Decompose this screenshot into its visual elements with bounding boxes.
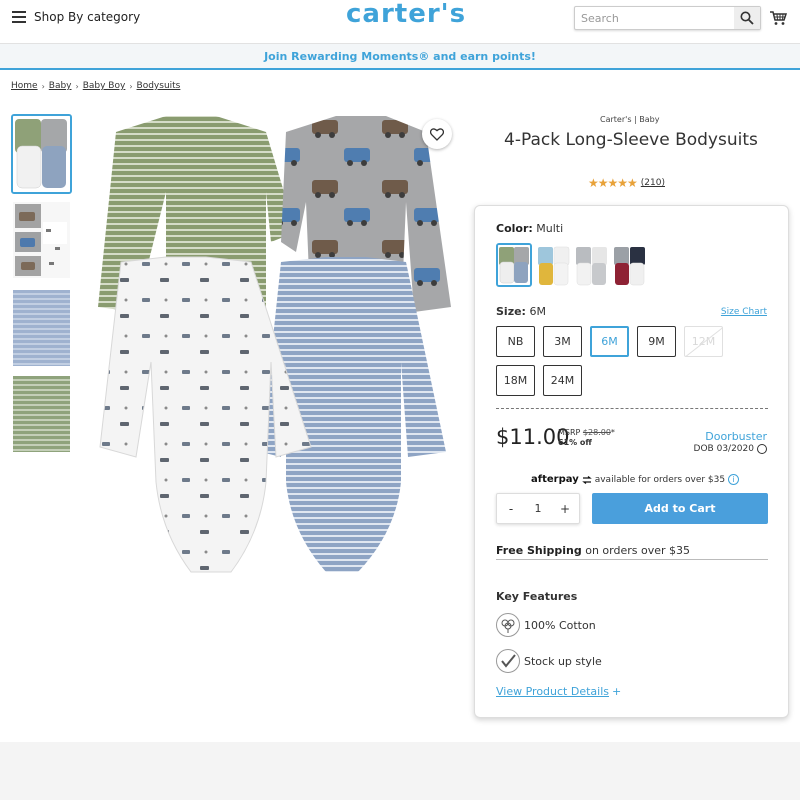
msrp-value: $28.00 [582, 428, 611, 437]
afterpay-info: afterpay available for orders over $35 i [531, 474, 740, 485]
product-thumbnail-1[interactable] [11, 114, 72, 194]
color-label: Color: Multi [496, 222, 563, 235]
main-product-image[interactable] [96, 112, 460, 582]
footer-strip [0, 742, 800, 800]
size-label: Size: 6M [496, 305, 546, 318]
feature-stock-up: Stock up style [496, 649, 602, 673]
percent-off: 61% off [558, 438, 592, 447]
search-input[interactable] [575, 7, 735, 29]
size-option-6m[interactable]: 6M [590, 326, 629, 357]
size-option-nb[interactable]: NB [496, 326, 535, 357]
shop-by-category-link[interactable]: Shop By category [34, 10, 140, 24]
shipping-info: Free Shipping on orders over $35 [496, 544, 768, 560]
search-button[interactable] [734, 7, 760, 29]
quantity-value[interactable]: 1 [535, 502, 542, 515]
thumbnail-image [13, 290, 70, 366]
size-option-18m[interactable]: 18M [496, 365, 535, 396]
search-icon [740, 11, 754, 25]
add-to-cart-button[interactable]: Add to Cart [592, 493, 768, 524]
plus-icon[interactable]: + [612, 685, 621, 698]
color-label-title: Color: [496, 222, 533, 235]
shipping-condition: on orders over $35 [581, 544, 691, 557]
purchase-panel: Color: Multi Size: 6M Size Chart NB 3M 6… [474, 205, 789, 718]
wishlist-button[interactable] [422, 119, 452, 149]
carters-logo[interactable]: carter's [346, 0, 466, 28]
promo-banner: Join Rewarding Moments® and earn points! [0, 44, 800, 70]
color-swatch-multi-2[interactable] [536, 243, 572, 287]
key-features-title: Key Features [496, 590, 578, 603]
size-label-title: Size: [496, 305, 526, 318]
thumbnail-image [13, 202, 70, 278]
product-thumbnail-3[interactable] [13, 290, 70, 366]
info-icon[interactable]: i [728, 474, 740, 485]
afterpay-text: available for orders over $35 [594, 474, 726, 485]
heart-icon [430, 127, 444, 141]
afterpay-logo: afterpay [531, 474, 579, 485]
unavailable-slash [685, 327, 722, 356]
color-value: Multi [536, 222, 564, 235]
cart-icon[interactable] [769, 10, 787, 26]
product-thumbnail-4[interactable] [13, 376, 70, 452]
breadcrumb-baby[interactable]: Baby [49, 81, 72, 91]
checkmark-icon [496, 649, 520, 673]
review-count-link[interactable]: (210) [641, 178, 665, 188]
view-product-details-link[interactable]: View Product Details [496, 685, 609, 698]
feature-cotton: 100% Cotton [496, 613, 596, 637]
swatch-image [574, 243, 610, 287]
color-swatch-multi-1[interactable] [496, 243, 532, 287]
size-option-9m[interactable]: 9M [637, 326, 676, 357]
menu-icon[interactable] [12, 11, 26, 23]
product-title: 4-Pack Long-Sleeve Bodysuits [504, 130, 758, 150]
breadcrumb-home[interactable]: Home [11, 81, 38, 91]
chevron-right-icon: › [41, 81, 45, 91]
msrp-asterisk: * [610, 428, 615, 437]
thumbnail-image [13, 116, 70, 192]
rewards-promo-link[interactable]: Join Rewarding Moments® and earn points! [264, 50, 536, 63]
feature-text: Stock up style [524, 654, 602, 668]
breadcrumb: Home › Baby › Baby Boy › Bodysuits [11, 81, 180, 91]
doorbuster-link[interactable]: Doorbuster [705, 430, 767, 443]
msrp-label: MSRP [558, 428, 581, 437]
clock-icon [757, 444, 767, 454]
search-box [574, 6, 761, 30]
decrease-quantity-button[interactable]: - [505, 502, 517, 516]
quantity-stepper: - 1 + [496, 493, 580, 524]
thumbnail-image [13, 376, 70, 452]
dob-info: DOB 03/2020 [694, 444, 767, 454]
chevron-right-icon: › [75, 81, 79, 91]
increase-quantity-button[interactable]: + [559, 502, 571, 516]
product-rating: ★★★★★ (210) [588, 176, 665, 190]
size-value: 6M [529, 305, 546, 318]
site-header: Shop By category carter's [0, 0, 800, 44]
swatch-image [612, 243, 648, 287]
chevron-right-icon: › [129, 81, 133, 91]
breadcrumb-bodysuits[interactable]: Bodysuits [137, 81, 181, 91]
msrp: MSRP $28.00* [558, 427, 615, 438]
afterpay-arrows-icon [581, 475, 592, 484]
swatch-image [498, 245, 530, 285]
size-option-3m[interactable]: 3M [543, 326, 582, 357]
product-thumbnail-2[interactable] [13, 202, 70, 278]
breadcrumb-baby-boy[interactable]: Baby Boy [83, 81, 126, 91]
color-swatch-multi-4[interactable] [612, 243, 648, 287]
star-rating-icon: ★★★★★ [588, 176, 638, 190]
size-chart-link[interactable]: Size Chart [721, 307, 767, 317]
swatch-image [536, 243, 572, 287]
free-shipping-label: Free Shipping [496, 544, 582, 557]
size-option-24m[interactable]: 24M [543, 365, 582, 396]
color-swatch-multi-3[interactable] [574, 243, 610, 287]
feature-text: 100% Cotton [524, 618, 596, 632]
size-option-12m[interactable]: 12M [684, 326, 723, 357]
divider [496, 408, 768, 409]
cotton-icon [496, 613, 520, 637]
dob-text: DOB 03/2020 [693, 444, 754, 454]
product-brand: Carter's | Baby [600, 115, 660, 124]
